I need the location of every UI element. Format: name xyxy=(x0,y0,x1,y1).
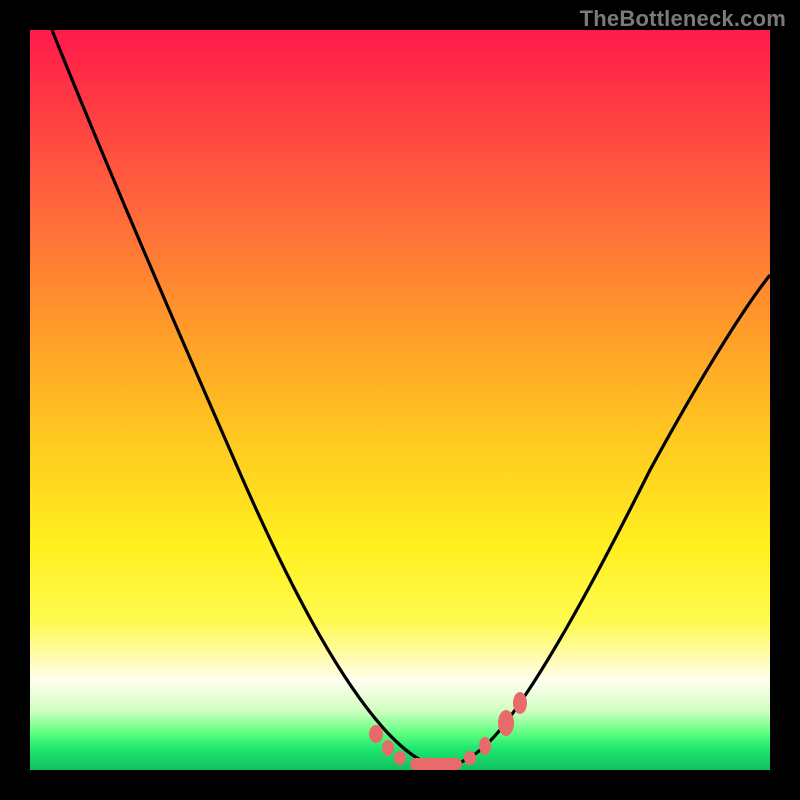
chart-frame: TheBottleneck.com xyxy=(0,0,800,800)
curve-markers xyxy=(369,692,527,770)
plot-area xyxy=(30,30,770,770)
watermark-text: TheBottleneck.com xyxy=(580,6,786,32)
bottleneck-curve-path xyxy=(52,30,770,766)
bottleneck-curve-svg xyxy=(30,30,770,770)
